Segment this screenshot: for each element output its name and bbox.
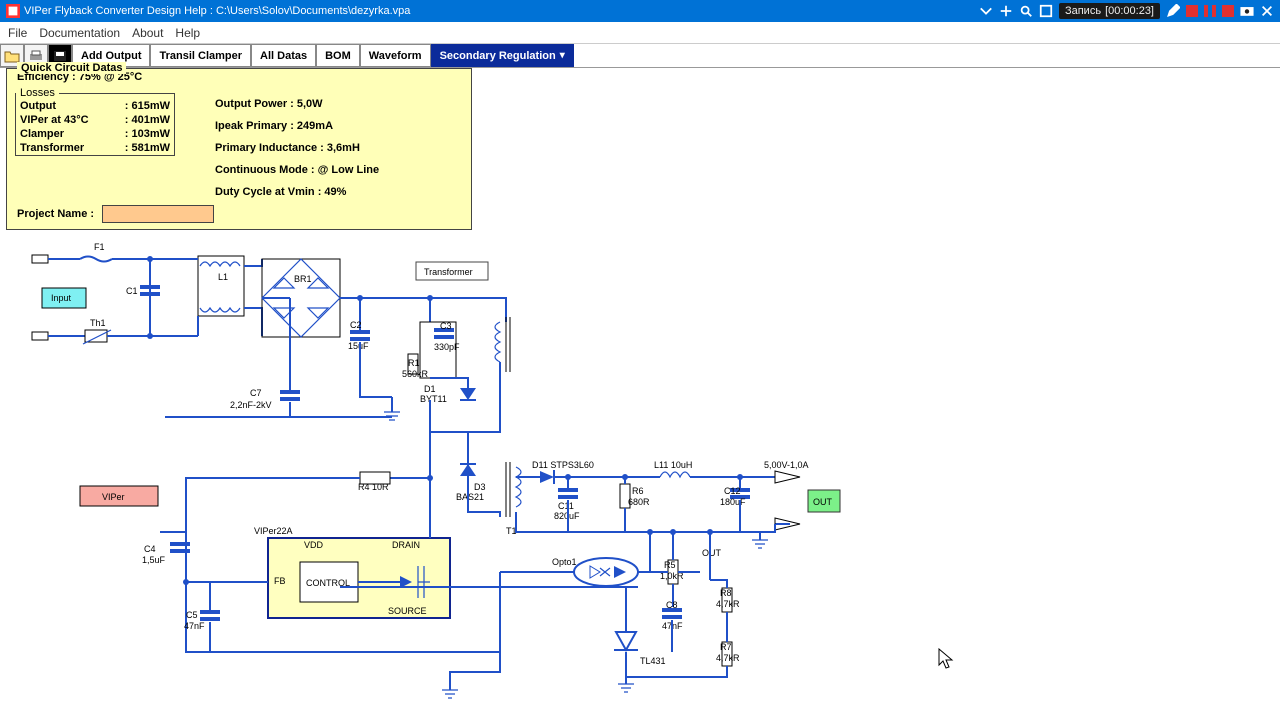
plus-icon[interactable] <box>999 4 1013 18</box>
svg-text:2,2nF-2kV: 2,2nF-2kV <box>230 400 272 410</box>
pencil-icon[interactable] <box>1166 4 1180 18</box>
project-name-input[interactable] <box>102 205 214 223</box>
svg-text:L1: L1 <box>218 272 228 282</box>
svg-text:5,00V-1,0A: 5,00V-1,0A <box>764 460 809 470</box>
svg-text:OUT: OUT <box>813 497 833 507</box>
losses-legend: Losses <box>16 87 59 99</box>
svg-text:C8: C8 <box>666 600 678 610</box>
svg-text:L11 10uH: L11 10uH <box>654 460 692 470</box>
svg-text:VIPer22A: VIPer22A <box>254 526 293 536</box>
all-datas-button[interactable]: All Datas <box>251 44 316 67</box>
panel-right-column: Output Power : 5,0W Ipeak Primary : 249m… <box>215 93 379 203</box>
search-icon[interactable] <box>1019 4 1033 18</box>
menubar: File Documentation About Help <box>0 22 1280 44</box>
svg-text:BYT11: BYT11 <box>420 394 447 404</box>
svg-text:C3: C3 <box>440 321 452 331</box>
bom-button[interactable]: BOM <box>316 44 360 67</box>
svg-text:4,7kR: 4,7kR <box>716 599 740 609</box>
svg-text:C12: C12 <box>724 486 741 496</box>
svg-text:DRAIN: DRAIN <box>392 540 420 550</box>
svg-text:D3: D3 <box>474 482 486 492</box>
transil-clamper-button[interactable]: Transil Clamper <box>150 44 251 67</box>
stop-icon[interactable] <box>1222 5 1234 17</box>
waveform-button[interactable]: Waveform <box>360 44 431 67</box>
svg-text:Th1: Th1 <box>90 318 106 328</box>
svg-text:SOURCE: SOURCE <box>388 606 427 616</box>
window-title: VIPer Flyback Converter Design Help : C:… <box>24 5 410 17</box>
svg-text:680R: 680R <box>628 497 650 507</box>
svg-text:47nF: 47nF <box>184 621 205 631</box>
svg-text:C2: C2 <box>350 320 362 330</box>
svg-text:F1: F1 <box>94 242 105 252</box>
svg-text:R5: R5 <box>664 560 676 570</box>
menu-about[interactable]: About <box>132 26 163 40</box>
quick-circuit-panel: Quick Circuit Datas Efficiency : 75% @ 2… <box>6 68 472 230</box>
close-icon[interactable] <box>1260 4 1274 18</box>
svg-text:OUT: OUT <box>702 548 722 558</box>
svg-text:R8: R8 <box>720 588 732 598</box>
svg-text:C11: C11 <box>558 501 574 511</box>
svg-text:BR1: BR1 <box>294 274 312 284</box>
record-icon[interactable] <box>1186 5 1198 17</box>
svg-text:Input: Input <box>51 293 72 303</box>
svg-text:C4: C4 <box>144 544 156 554</box>
svg-text:T1: T1 <box>506 526 517 536</box>
svg-text:Transformer: Transformer <box>424 267 473 277</box>
svg-text:180uF: 180uF <box>720 497 746 507</box>
app-icon <box>6 4 20 18</box>
svg-text:C1: C1 <box>126 286 138 296</box>
schematic-area: F1 C1 Th1 Input L1 BR1 C2 15uF C3 330pF … <box>0 232 1280 720</box>
svg-text:Opto1: Opto1 <box>552 557 577 567</box>
svg-text:BAS21: BAS21 <box>456 492 484 502</box>
svg-text:R1: R1 <box>408 358 420 368</box>
svg-text:4,7kR: 4,7kR <box>716 653 740 663</box>
svg-text:R6: R6 <box>632 486 644 496</box>
chevron-down-icon[interactable] <box>979 4 993 18</box>
menu-file[interactable]: File <box>8 26 27 40</box>
recorder-status: Запись [00:00:23] <box>1059 3 1160 19</box>
svg-text:VIPer: VIPer <box>102 492 125 502</box>
pause-icon[interactable] <box>1204 5 1216 17</box>
svg-text:R4 10R: R4 10R <box>358 482 389 492</box>
maximize-icon[interactable] <box>1039 4 1053 18</box>
svg-text:TL431: TL431 <box>640 656 666 666</box>
svg-text:15uF: 15uF <box>348 341 369 351</box>
svg-text:330pF: 330pF <box>434 342 460 352</box>
svg-text:D1: D1 <box>424 384 436 394</box>
svg-text:D11 STPS3L60: D11 STPS3L60 <box>532 460 594 470</box>
losses-group: Losses Output: 615mW VIPer at 43°C: 401m… <box>15 87 175 156</box>
project-name-label: Project Name : <box>17 208 94 220</box>
svg-text:VDD: VDD <box>304 540 324 550</box>
svg-text:C7: C7 <box>250 388 262 398</box>
toolbar: Add Output Transil Clamper All Datas BOM… <box>0 44 1280 68</box>
camera-icon[interactable] <box>1240 4 1254 18</box>
svg-text:C5: C5 <box>186 610 198 620</box>
svg-text:R7: R7 <box>720 642 732 652</box>
titlebar: VIPer Flyback Converter Design Help : C:… <box>0 0 1280 22</box>
svg-text:1,5uF: 1,5uF <box>142 555 166 565</box>
menu-help[interactable]: Help <box>175 26 200 40</box>
menu-documentation[interactable]: Documentation <box>39 26 120 40</box>
panel-title: Quick Circuit Datas <box>17 62 126 74</box>
svg-text:FB: FB <box>274 576 286 586</box>
svg-text:560kR: 560kR <box>402 369 429 379</box>
secondary-regulation-dropdown[interactable]: Secondary Regulation <box>431 44 574 67</box>
